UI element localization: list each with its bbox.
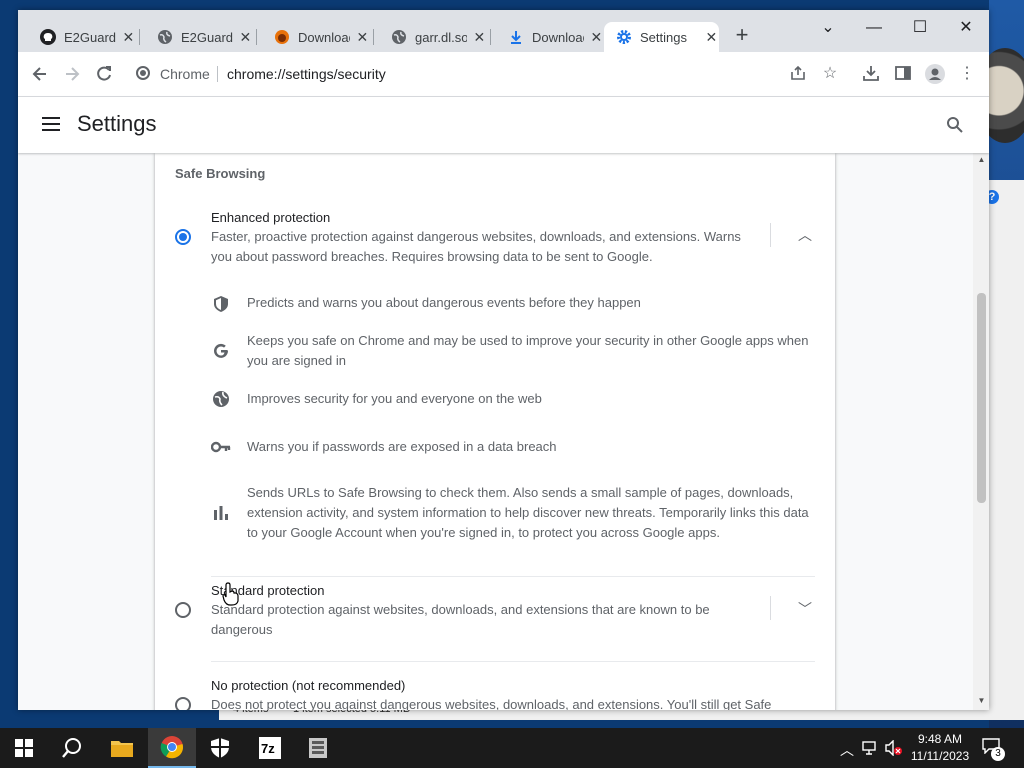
enhanced-protection-title: Enhanced protection xyxy=(211,210,331,225)
tab-title: garr.dl.sourceforge xyxy=(415,29,467,45)
chrome-taskbar-icon[interactable] xyxy=(148,728,196,768)
system-clock[interactable]: 9:48 AM 11/11/2023 xyxy=(905,731,975,765)
search-icon[interactable] xyxy=(946,116,964,134)
clock-time: 9:48 AM xyxy=(917,732,963,746)
hamburger-menu-icon[interactable] xyxy=(42,117,60,131)
taskbar: 7z ︿ 9:48 AM 11/11/2023 3 xyxy=(0,728,1024,768)
close-icon[interactable]: ✕ xyxy=(122,29,135,45)
chevron-up-icon[interactable]: ︿ xyxy=(840,740,854,760)
tab-title: Download xyxy=(298,29,350,45)
hand-cursor-icon xyxy=(222,582,240,606)
new-tab-button[interactable]: + xyxy=(732,24,752,46)
tab-title: Settings xyxy=(640,29,687,45)
enhanced-protection-radio[interactable] xyxy=(175,229,191,245)
sourceforge-icon xyxy=(274,29,290,45)
tab-search-button[interactable]: ⌄ xyxy=(808,16,848,40)
safe-browsing-card: Safe Browsing Enhanced protection Faster… xyxy=(155,153,835,710)
7zip-icon[interactable]: 7z xyxy=(246,728,294,768)
enhanced-protection-desc: Faster, proactive protection against dan… xyxy=(211,229,741,264)
feature-text: Predicts and warns you about dangerous e… xyxy=(247,295,641,310)
bookmark-star-icon[interactable]: ☆ xyxy=(820,64,840,84)
close-icon[interactable]: ✕ xyxy=(356,29,369,45)
shield-icon xyxy=(211,294,231,314)
omnibox-separator xyxy=(217,66,218,82)
reload-button[interactable] xyxy=(94,64,114,84)
tab-download-sourceforge[interactable]: Download ✕ xyxy=(252,22,369,52)
settings-header: Settings xyxy=(18,97,989,153)
address-bar[interactable]: Chrome chrome://settings/security ☆ xyxy=(128,58,848,90)
server-manager-icon[interactable] xyxy=(294,728,342,768)
close-window-button[interactable]: ✕ xyxy=(946,16,986,40)
tab-title: E2Guardian xyxy=(181,29,233,45)
tab-title: Download xyxy=(532,29,584,45)
tab-strip: E2Guardian ✕ E2Guardian ✕ Download ✕ gar… xyxy=(18,10,989,52)
gear-icon xyxy=(616,29,632,45)
settings-content: Safe Browsing Enhanced protection Faster… xyxy=(18,153,989,710)
globe-icon xyxy=(211,389,231,409)
bar-chart-icon xyxy=(211,503,231,523)
downloads-icon[interactable] xyxy=(861,64,881,84)
minimize-button[interactable]: — xyxy=(854,16,894,40)
key-icon xyxy=(211,437,231,457)
tab-e2guardian[interactable]: E2Guardian ✕ xyxy=(135,22,252,52)
tab-title: E2Guardian xyxy=(64,29,116,45)
close-icon[interactable]: ✕ xyxy=(704,29,719,45)
page-title: Settings xyxy=(77,111,157,136)
close-icon[interactable]: ✕ xyxy=(590,29,603,45)
share-icon[interactable] xyxy=(788,64,808,84)
github-icon xyxy=(40,29,56,45)
divider xyxy=(211,576,815,577)
standard-protection-radio[interactable] xyxy=(175,602,191,618)
chrome-icon xyxy=(136,66,150,80)
start-button[interactable] xyxy=(0,728,48,768)
notification-badge: 3 xyxy=(991,747,1005,761)
close-icon[interactable]: ✕ xyxy=(473,29,486,45)
download-icon xyxy=(508,29,524,45)
side-panel-icon[interactable] xyxy=(893,64,913,84)
divider xyxy=(211,661,815,662)
menu-more-icon[interactable]: ⋮ xyxy=(957,64,977,84)
chrome-window: E2Guardian ✕ E2Guardian ✕ Download ✕ gar… xyxy=(18,10,989,710)
network-icon[interactable] xyxy=(862,740,880,759)
profile-avatar-icon[interactable] xyxy=(925,64,945,84)
feature-text: Improves security for you and everyone o… xyxy=(247,391,542,406)
forward-button[interactable] xyxy=(62,64,82,84)
feature-text: Keeps you safe on Chrome and may be used… xyxy=(247,333,809,368)
tab-e2guardian-github[interactable]: E2Guardian ✕ xyxy=(18,22,135,52)
svg-text:7z: 7z xyxy=(261,741,275,756)
search-taskbar-icon[interactable] xyxy=(48,728,96,768)
chevron-down-icon[interactable]: ﹀ xyxy=(795,599,815,619)
defender-shield-icon[interactable] xyxy=(196,728,244,768)
standard-protection-desc: Standard protection against websites, do… xyxy=(211,602,710,637)
clock-date: 11/11/2023 xyxy=(910,749,970,763)
scroll-thumb[interactable] xyxy=(977,293,986,503)
feature-text: Warns you if passwords are exposed in a … xyxy=(247,439,557,454)
no-protection-title: No protection (not recommended) xyxy=(211,678,406,693)
divider xyxy=(770,596,771,620)
notification-center-icon[interactable]: 3 xyxy=(982,738,1005,761)
omnibox-label: Chrome xyxy=(160,66,210,82)
tab-garr-sourceforge[interactable]: garr.dl.sourceforge ✕ xyxy=(369,22,486,52)
globe-icon xyxy=(391,29,407,45)
globe-icon xyxy=(157,29,173,45)
volume-muted-icon[interactable] xyxy=(885,739,903,759)
url-text[interactable]: chrome://settings/security xyxy=(227,66,386,82)
back-button[interactable] xyxy=(30,64,50,84)
scroll-down-arrow[interactable]: ▼ xyxy=(977,696,986,706)
tab-download[interactable]: Download ✕ xyxy=(486,22,603,52)
tab-settings[interactable]: Settings ✕ xyxy=(604,22,719,52)
section-title: Safe Browsing xyxy=(175,166,266,181)
chevron-up-icon[interactable]: ︿ xyxy=(795,225,815,245)
scroll-up-arrow[interactable]: ▲ xyxy=(977,155,986,165)
feature-text: Sends URLs to Safe Browsing to check the… xyxy=(247,485,809,540)
divider xyxy=(770,223,771,247)
no-protection-radio[interactable] xyxy=(175,697,191,710)
file-explorer-icon[interactable] xyxy=(98,728,146,768)
google-g-icon xyxy=(211,341,231,361)
page-scrollbar[interactable]: ▲ ▼ xyxy=(973,153,989,710)
close-icon[interactable]: ✕ xyxy=(239,29,252,45)
toolbar: Chrome chrome://settings/security ☆ ⋮ xyxy=(18,52,989,97)
no-protection-desc: Does not protect you against dangerous w… xyxy=(211,697,772,710)
maximize-button[interactable]: ☐ xyxy=(900,16,940,40)
